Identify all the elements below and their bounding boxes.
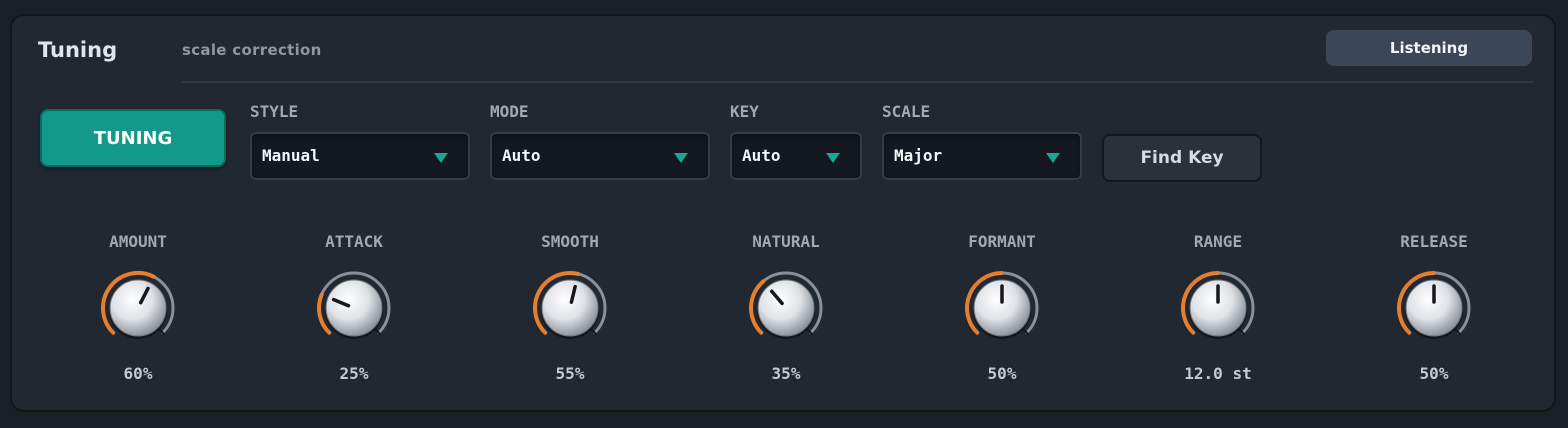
release-knob[interactable] — [1394, 268, 1474, 348]
mode-dropdown-value: Auto — [502, 146, 541, 165]
knob-range: RANGE 12.0 st — [1138, 232, 1298, 392]
style-label: STYLE — [250, 102, 299, 121]
chevron-down-icon — [1046, 153, 1060, 163]
knob-value: 35% — [771, 364, 801, 383]
knob-label: ATTACK — [325, 232, 383, 251]
knob-label: RELEASE — [1400, 232, 1468, 251]
smooth-knob[interactable] — [530, 268, 610, 348]
panel-subtitle: scale correction — [182, 41, 322, 59]
knob-body — [541, 279, 599, 337]
formant-knob[interactable] — [962, 268, 1042, 348]
scale-label: SCALE — [882, 102, 931, 121]
mode-dropdown[interactable]: Auto — [490, 132, 710, 180]
knob-label: RANGE — [1193, 232, 1243, 251]
scale-dropdown-value: Major — [894, 146, 943, 165]
style-dropdown-value: Manual — [262, 146, 320, 165]
range-knob[interactable] — [1178, 268, 1258, 348]
natural-knob[interactable] — [746, 268, 826, 348]
knob-value: 50% — [1419, 364, 1449, 383]
key-label: KEY — [730, 102, 759, 121]
knob-natural: NATURAL 35% — [706, 232, 866, 392]
find-key-button[interactable]: Find Key — [1102, 134, 1262, 182]
knob-value: 55% — [555, 364, 585, 383]
tuning-toggle-button[interactable]: TUNING — [40, 109, 226, 167]
knob-value: 25% — [339, 364, 369, 383]
key-dropdown-value: Auto — [742, 146, 781, 165]
mode-label: MODE — [490, 102, 529, 121]
chevron-down-icon — [674, 153, 688, 163]
knob-body — [109, 279, 167, 337]
key-dropdown[interactable]: Auto — [730, 132, 862, 180]
knob-label: FORMANT — [968, 232, 1036, 251]
tuning-panel: Tuning scale correction Listening TUNING… — [10, 14, 1556, 412]
knob-formant: FORMANT 50% — [922, 232, 1082, 392]
scale-dropdown[interactable]: Major — [882, 132, 1082, 180]
chevron-down-icon — [826, 153, 840, 163]
knob-label: SMOOTH — [541, 232, 599, 251]
knob-amount: AMOUNT 60% — [58, 232, 218, 392]
knob-attack: ATTACK 25% — [274, 232, 434, 392]
knob-body — [757, 279, 815, 337]
amount-knob[interactable] — [98, 268, 178, 348]
knob-value: 50% — [987, 364, 1017, 383]
chevron-down-icon — [434, 153, 448, 163]
knob-body — [325, 279, 383, 337]
knob-label: AMOUNT — [109, 232, 167, 251]
knob-value: 12.0 st — [1184, 364, 1252, 383]
panel-title: Tuning — [38, 38, 118, 62]
knob-label: NATURAL — [752, 232, 820, 251]
knob-release: RELEASE 50% — [1354, 232, 1514, 392]
status-badge[interactable]: Listening — [1326, 30, 1532, 66]
knob-value: 60% — [123, 364, 153, 383]
knob-smooth: SMOOTH 55% — [490, 232, 650, 392]
header-divider — [182, 81, 1534, 83]
attack-knob[interactable] — [314, 268, 394, 348]
style-dropdown[interactable]: Manual — [250, 132, 470, 180]
